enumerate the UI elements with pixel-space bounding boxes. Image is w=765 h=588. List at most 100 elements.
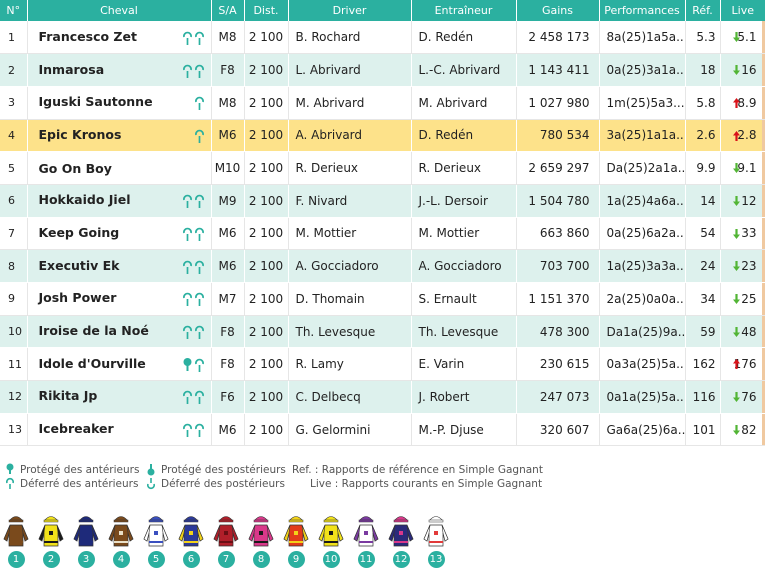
trend-up-icon (732, 97, 740, 108)
live-odds-value: 23 (741, 259, 757, 274)
col-driver-header[interactable]: Driver (288, 0, 412, 21)
table-row[interactable]: 12 Rikita Jp F6 2 100 C. Delbecq J. Robert 247… (0, 380, 765, 414)
table-row[interactable]: 9 Josh Power M7 2 100 D. Thomain S. Ernault 1 … (0, 282, 765, 316)
table-row[interactable]: 6 Hokkaido Jiel M9 2 100 F. Nivard J.-L. Ders… (0, 184, 765, 218)
runner-performances: 8a(25)1a5a... (599, 21, 686, 55)
casaque-2[interactable]: 2 (36, 513, 66, 571)
legend-protege-posterieurs: Protégé des postérieurs (146, 463, 286, 476)
table-row[interactable]: 1 Francesco Zet M8 2 100 B. Rochard D. Redén 2… (0, 21, 765, 55)
table-row[interactable]: 11 Idole d'Ourville F8 2 100 R. Lamy E. Varin… (0, 347, 765, 382)
runner-performances: Da1a(25)9a... (599, 315, 686, 349)
runner-performances: 1m(25)5a3... (599, 86, 686, 120)
horse-name-link[interactable]: Icebreaker (39, 421, 114, 436)
casaque-12[interactable]: 12 (386, 513, 416, 571)
casaque-11[interactable]: 11 (351, 513, 381, 571)
table-row[interactable]: 10 Iroise de la Noé F8 2 100 Th. Levesque Th.… (0, 315, 765, 349)
trend-down-icon (732, 65, 740, 76)
live-odds-value: 2.8 (737, 128, 757, 143)
table-row[interactable]: 8 Executiv Ek M6 2 100 A. Gocciadoro A. Gocci… (0, 249, 765, 283)
table-row[interactable]: 13 Icebreaker M6 2 100 G. Gelormini M.-P. Dju… (0, 413, 765, 447)
casaque-9[interactable]: 9 (281, 513, 311, 571)
casaque-number-badge: 5 (147, 551, 165, 568)
casaque-1[interactable]: 1 (1, 513, 31, 571)
runner-number: 1 (0, 21, 28, 55)
runner-driver: A. Abrivard (288, 119, 412, 153)
runner-number: 7 (0, 217, 28, 251)
legend-protege-anterieurs: Protégé des antérieurs (5, 463, 139, 476)
runner-sex-age: M6 (211, 217, 245, 251)
runner-earnings: 1 504 780 (516, 184, 600, 218)
runner-distance: 2 100 (244, 315, 289, 349)
casaque-3[interactable]: 3 (71, 513, 101, 571)
table-row[interactable]: 5 Go On Boy M10 2 100 R. Derieux R. Derieux 2 … (0, 151, 765, 185)
runner-earnings: 703 700 (516, 249, 600, 283)
horse-name-link[interactable]: Keep Going (39, 225, 120, 240)
horse-name-link[interactable]: Iguski Sautonne (39, 94, 153, 109)
col-gains-header[interactable]: Gains (516, 0, 600, 21)
runner-earnings: 780 534 (516, 119, 600, 153)
casaque-6[interactable]: 6 (176, 513, 206, 571)
col-live-header[interactable]: Live (720, 0, 765, 21)
runner-ref-odds: 59 (685, 315, 721, 349)
live-column-edge (761, 381, 764, 413)
col-cheval-header[interactable]: Cheval (27, 0, 212, 21)
deferre-shoe-icon (194, 293, 204, 307)
col-sa-header[interactable]: S/A (211, 0, 245, 21)
table-row[interactable]: 3 Iguski Sautonne M8 2 100 M. Abrivard M. Abr… (0, 86, 765, 120)
col-ref-header[interactable]: Réf. (685, 0, 721, 21)
runner-live-odds: 9.1 (720, 151, 765, 185)
runner-name: Inmarosa (27, 53, 212, 87)
col-entraineur-header[interactable]: Entraîneur (411, 0, 517, 21)
runner-name: Executiv Ek (27, 249, 212, 283)
runner-trainer: R. Derieux (411, 151, 517, 185)
deferre-shoe-icon (194, 358, 204, 372)
casaque-4[interactable]: 4 (106, 513, 136, 571)
shoeing-indicator (182, 389, 211, 405)
casaque-5[interactable]: 5 (141, 513, 171, 571)
col-num-header[interactable]: N° (0, 0, 28, 21)
runner-number: 6 (0, 184, 28, 218)
jockey-silk-icon (388, 516, 414, 547)
casaque-7[interactable]: 7 (211, 513, 241, 571)
runner-performances: 1a(25)4a6a... (599, 184, 686, 218)
runner-ref-odds: 9.9 (685, 151, 721, 185)
col-dist-header[interactable]: Dist. (244, 0, 289, 21)
deferre-shoe-icon (182, 260, 192, 274)
horse-name-link[interactable]: Idole d'Ourville (39, 356, 146, 371)
casaque-13[interactable]: 13 (421, 513, 451, 571)
horse-name-link[interactable]: Josh Power (39, 290, 117, 305)
runner-ref-odds: 116 (685, 380, 721, 414)
runner-live-odds: 2.8 (720, 119, 765, 153)
horse-name-link[interactable]: Epic Kronos (39, 127, 122, 142)
runner-driver: R. Lamy (288, 347, 412, 382)
deferre-shoe-icon (194, 391, 204, 405)
table-row[interactable]: 7 Keep Going M6 2 100 M. Mottier M. Mottier 66… (0, 217, 765, 251)
horse-name-link[interactable]: Executiv Ek (39, 258, 120, 273)
runner-performances: Ga6a(25)6a... (599, 413, 686, 447)
runner-trainer: D. Redén (411, 21, 517, 55)
runner-number: 3 (0, 86, 28, 120)
table-row[interactable]: 2 Inmarosa F8 2 100 L. Abrivard L.-C. Abrivar… (0, 53, 765, 87)
runner-sex-age: F8 (211, 53, 245, 87)
deferre-shoe-icon (194, 96, 204, 111)
horse-name-link[interactable]: Francesco Zet (39, 29, 137, 44)
casaque-10[interactable]: 10 (316, 513, 346, 571)
col-performances-header[interactable]: Performances (599, 0, 686, 21)
deferre-posterieurs-icon (147, 478, 155, 490)
table-row[interactable]: 4 Epic Kronos M6 2 100 A. Abrivard D. Redén 78… (0, 119, 765, 153)
runner-number: 5 (0, 151, 28, 185)
horse-name-link[interactable]: Inmarosa (39, 62, 105, 77)
horse-name-link[interactable]: Rikita Jp (39, 388, 98, 403)
casaque-8[interactable]: 8 (246, 513, 276, 571)
shoeing-indicator (194, 128, 211, 144)
runner-name: Hokkaido Jiel (27, 184, 212, 218)
runner-driver: C. Delbecq (288, 380, 412, 414)
horse-name-link[interactable]: Iroise de la Noé (39, 323, 149, 338)
runner-distance: 2 100 (244, 119, 289, 153)
horse-name-link[interactable]: Hokkaido Jiel (39, 192, 131, 207)
trend-down-icon (732, 326, 740, 337)
casaque-number-badge: 1 (7, 551, 25, 568)
horse-name-link[interactable]: Go On Boy (39, 161, 112, 176)
deferre-shoe-icon (194, 227, 204, 241)
runner-sex-age: M6 (211, 119, 245, 153)
